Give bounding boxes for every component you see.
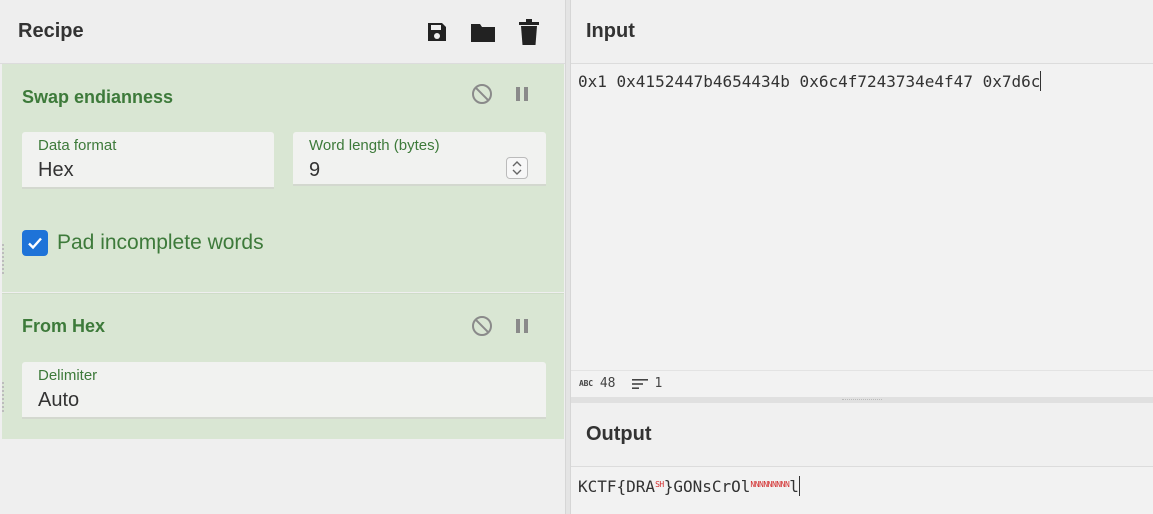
word-length-input[interactable]: Word length (bytes) 9 (293, 132, 546, 186)
lines-stat: 1 (631, 376, 663, 391)
text-caret (798, 476, 800, 496)
output-title: Output (586, 423, 652, 445)
input-pane: Input 0x1 0x4152447b4654434b 0x6c4f72437… (571, 0, 1153, 398)
field-value: Hex (38, 159, 74, 181)
output-suffix: l (789, 477, 799, 496)
input-title: Input (586, 20, 635, 42)
spinner-arrows-icon (512, 161, 522, 175)
field-value: 9 (309, 159, 321, 181)
recipe-toolbar (423, 17, 543, 47)
operation-from-hex: From Hex Delimiter Auto (2, 293, 564, 439)
input-header: Input (571, 0, 1153, 64)
length-stat: ABC 48 (579, 376, 616, 391)
drag-handle[interactable] (2, 244, 4, 274)
drag-handle[interactable] (2, 382, 4, 412)
number-spinner[interactable] (506, 157, 528, 179)
disable-operation-button[interactable] (470, 314, 494, 338)
operation-title: Swap endianness (22, 87, 174, 107)
lines-value: 1 (654, 376, 663, 391)
operation-controls (470, 314, 534, 338)
delimiter-select[interactable]: Delimiter Auto (22, 362, 546, 419)
text-caret (1040, 71, 1042, 91)
save-recipe-button[interactable] (423, 17, 451, 47)
output-header: Output (571, 403, 1153, 467)
field-label: Data format (38, 137, 117, 154)
output-textarea[interactable]: KCTF{DRASH}GONsCrOlNNNNNNNNNl (578, 476, 800, 496)
input-text: 0x1 0x4152447b4654434b 0x6c4f7243734e4f4… (578, 72, 1041, 91)
output-pane: Output KCTF{DRASH}GONsCrOlNNNNNNNNNl (571, 403, 1153, 514)
lines-icon (631, 378, 648, 389)
field-label: Word length (bytes) (309, 137, 440, 154)
pause-icon (516, 319, 528, 333)
abc-icon: ABC (579, 379, 593, 388)
checkbox-box[interactable] (22, 230, 48, 256)
operation-swap-endianness: Swap endianness Data format Hex Word len… (2, 64, 564, 292)
resizer-grip (842, 399, 882, 401)
input-textarea[interactable]: 0x1 0x4152447b4654434b 0x6c4f7243734e4f4… (578, 71, 1042, 91)
operation-controls (470, 82, 534, 106)
breakpoint-button[interactable] (510, 82, 534, 106)
input-status-bar: ABC 48 1 (571, 370, 1153, 396)
clear-recipe-button[interactable] (515, 17, 543, 47)
output-prefix: KCTF{DRA (578, 477, 656, 496)
recipe-title: Recipe (18, 20, 84, 42)
disable-icon (472, 316, 492, 336)
load-recipe-button[interactable] (469, 17, 497, 47)
data-format-select[interactable]: Data format Hex (22, 132, 274, 189)
length-value: 48 (599, 376, 616, 391)
disable-operation-button[interactable] (470, 82, 494, 106)
checkbox-label: Pad incomplete words (57, 231, 264, 254)
control-char-glyph: SH (655, 480, 664, 489)
pause-icon (516, 87, 528, 101)
folder-open-icon (471, 24, 495, 42)
disable-icon (472, 84, 492, 104)
recipe-pane: Recipe Swap endianness Data format Hex W… (0, 0, 565, 514)
pad-incomplete-words-checkbox[interactable]: Pad incomplete words (22, 230, 264, 256)
field-label: Delimiter (38, 367, 98, 384)
output-middle: }GONsCrOl (663, 477, 751, 496)
checkmark-icon (28, 237, 42, 250)
control-char-glyphs: NNNNNNNNN (750, 480, 790, 489)
save-icon (428, 23, 446, 41)
field-value: Auto (38, 389, 80, 411)
operation-title: From Hex (22, 316, 106, 336)
breakpoint-button[interactable] (510, 314, 534, 338)
trash-icon (519, 19, 539, 45)
